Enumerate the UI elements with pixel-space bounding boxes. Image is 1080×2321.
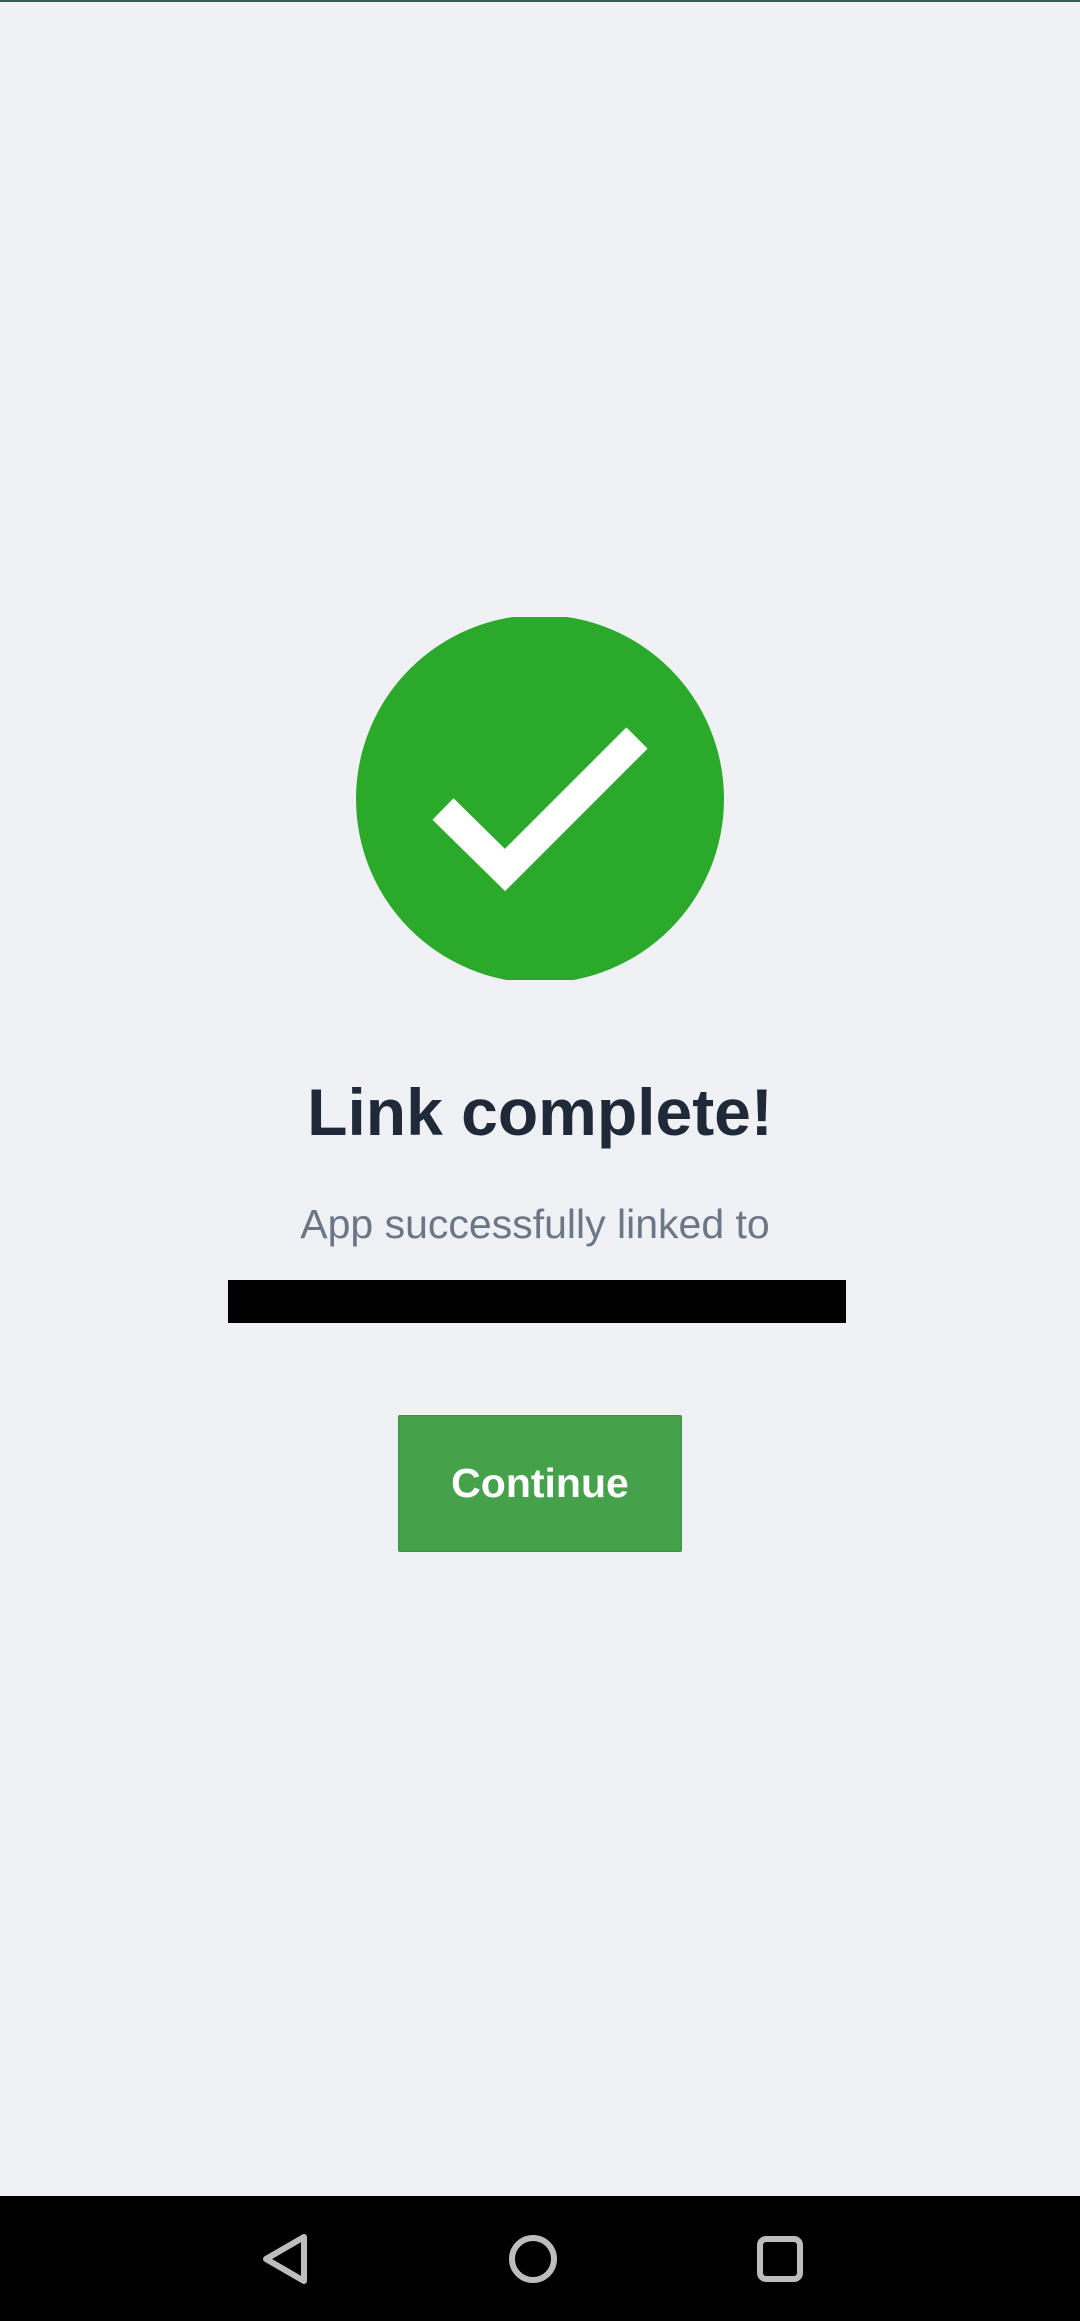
link-complete-screen: Link complete! App successfully linked t… — [0, 0, 1080, 2196]
success-message: App successfully linked to — [300, 1201, 770, 1247]
system-navigation-bar — [0, 2196, 1080, 2321]
redacted-account-name — [228, 1280, 846, 1323]
page-title: Link complete! — [307, 1075, 773, 1149]
continue-button[interactable]: Continue — [398, 1415, 682, 1552]
back-triangle-icon[interactable] — [241, 2214, 331, 2304]
home-circle-icon[interactable] — [488, 2214, 578, 2304]
check-circle-icon — [356, 617, 724, 981]
recents-square-icon[interactable] — [735, 2214, 825, 2304]
